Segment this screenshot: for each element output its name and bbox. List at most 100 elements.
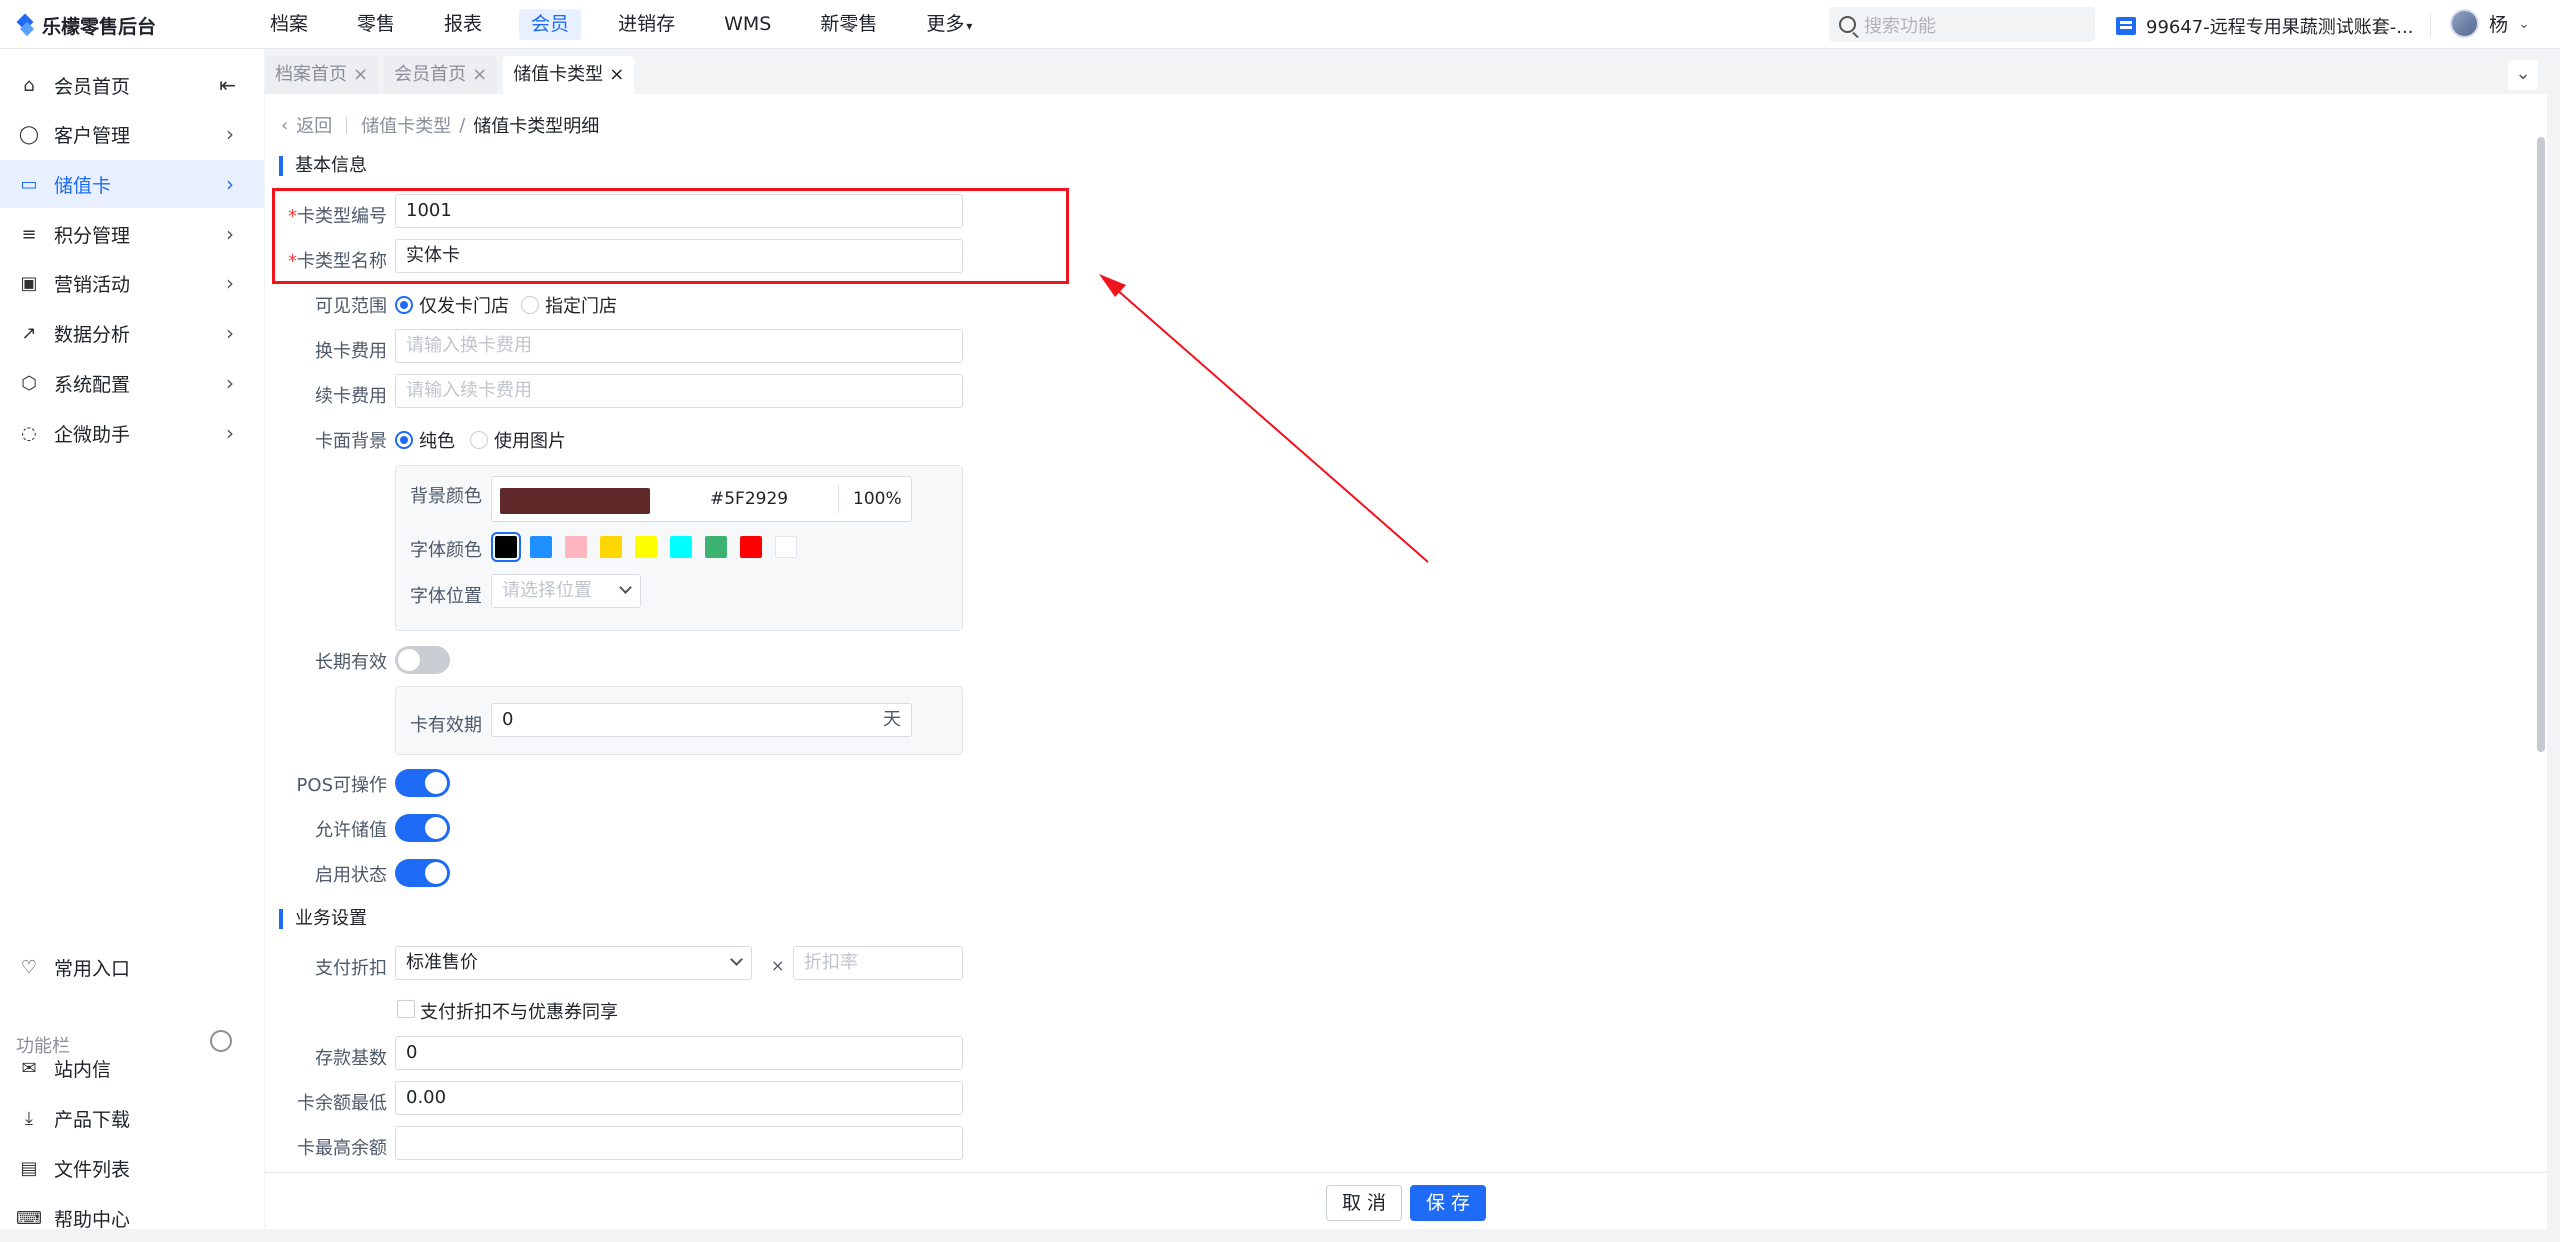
breadcrumb-parent[interactable]: 储值卡类型 bbox=[361, 112, 451, 138]
close-icon[interactable]: × bbox=[353, 56, 368, 94]
nav-item-retail[interactable]: 零售 bbox=[345, 9, 407, 40]
sidebar-item-points[interactable]: ≡ 积分管理 › bbox=[0, 210, 264, 258]
validity-panel: 卡有效期 0 天 bbox=[395, 686, 963, 755]
nav-item-new-retail[interactable]: 新零售 bbox=[808, 9, 889, 40]
collapse-sidebar-icon[interactable]: ⇤ bbox=[219, 73, 236, 97]
scope-radio-specified-store[interactable]: 指定门店 bbox=[521, 292, 617, 318]
sidebar-item-files[interactable]: ▤ 文件列表 bbox=[0, 1144, 264, 1192]
account-switcher[interactable]: 99647-远程专用果蔬测试账套-... bbox=[2116, 13, 2413, 39]
account-name: 99647-远程专用果蔬测试账套-... bbox=[2146, 17, 2414, 38]
close-icon[interactable]: × bbox=[472, 56, 487, 94]
sidebar-item-marketing[interactable]: ▣ 营销活动 › bbox=[0, 259, 264, 307]
sidebar-item-analytics[interactable]: ↗ 数据分析 › bbox=[0, 309, 264, 357]
chevron-down-icon bbox=[619, 581, 632, 594]
font-color-swatch[interactable] bbox=[530, 536, 552, 558]
font-color-label: 字体颜色 bbox=[410, 540, 482, 561]
font-color-swatch[interactable] bbox=[705, 536, 727, 558]
scrollbar[interactable] bbox=[2537, 137, 2545, 752]
min-balance-input[interactable]: 0.00 bbox=[395, 1081, 963, 1115]
search-input[interactable]: 搜索功能 bbox=[1829, 7, 2095, 42]
font-color-swatch[interactable] bbox=[635, 536, 657, 558]
card-type-code-field[interactable]: 1001 bbox=[395, 194, 963, 228]
required-mark: * bbox=[288, 251, 297, 272]
sidebar-item-settings[interactable]: ⬡ 系统配置 › bbox=[0, 359, 264, 407]
tab-card-type[interactable]: 储值卡类型 × bbox=[503, 56, 635, 94]
sidebar-item-label: 系统配置 bbox=[54, 373, 131, 396]
sidebar-item-stored-value-card[interactable]: ▭ 储值卡 › bbox=[0, 160, 264, 208]
close-icon[interactable]: × bbox=[609, 56, 624, 94]
renew-fee-label: 续卡费用 bbox=[315, 386, 387, 407]
divider bbox=[2430, 12, 2431, 37]
save-button[interactable]: 保 存 bbox=[1410, 1185, 1486, 1221]
bg-color-picker[interactable]: #5F2929 100% bbox=[491, 476, 912, 522]
enable-switch[interactable] bbox=[395, 859, 450, 887]
max-balance-label: 卡最高余额 bbox=[297, 1138, 387, 1159]
bg-radio-image[interactable]: 使用图片 bbox=[470, 427, 566, 453]
long-valid-switch[interactable] bbox=[395, 646, 450, 674]
bg-radio-solid[interactable]: 纯色 bbox=[395, 427, 455, 453]
code-label: *卡类型编号 bbox=[265, 202, 387, 228]
chevron-right-icon: › bbox=[226, 421, 234, 445]
sidebar-item-label: 常用入口 bbox=[54, 957, 131, 980]
valid-period-input[interactable]: 0 天 bbox=[491, 703, 912, 737]
font-position-select[interactable]: 请选择位置 bbox=[491, 574, 641, 608]
nav-item-inventory[interactable]: 进销存 bbox=[606, 9, 687, 40]
chevron-right-icon: › bbox=[226, 371, 234, 395]
sidebar-item-label: 帮助中心 bbox=[54, 1208, 131, 1231]
font-color-swatch[interactable] bbox=[491, 532, 521, 562]
font-color-swatch[interactable] bbox=[600, 536, 622, 558]
cancel-button[interactable]: 取 消 bbox=[1326, 1185, 1402, 1221]
nav-item-report[interactable]: 报表 bbox=[432, 9, 494, 40]
tab-member-home[interactable]: 会员首页 × bbox=[384, 56, 498, 94]
sidebar-item-label: 营销活动 bbox=[54, 273, 131, 296]
required-mark: * bbox=[288, 206, 297, 227]
change-fee-input[interactable]: 请输入换卡费用 bbox=[395, 329, 963, 363]
min-balance-label: 卡余额最低 bbox=[297, 1093, 387, 1114]
divider bbox=[838, 485, 839, 513]
nav-item-member[interactable]: 会员 bbox=[519, 9, 582, 40]
nav-item-wms[interactable]: WMS bbox=[712, 9, 783, 40]
bg-color-opacity[interactable]: 100% bbox=[853, 489, 902, 509]
font-color-swatch[interactable] bbox=[775, 536, 797, 558]
allow-deposit-switch[interactable] bbox=[395, 814, 450, 842]
bg-color-swatch[interactable] bbox=[500, 488, 650, 514]
sidebar-item-label: 会员首页 bbox=[54, 75, 131, 98]
scope-radio-issuing-store[interactable]: 仅发卡门店 bbox=[395, 292, 509, 318]
tab-archive-home[interactable]: 档案首页 × bbox=[265, 56, 379, 94]
deposit-base-input[interactable]: 0 bbox=[395, 1036, 963, 1070]
sidebar-item-customers[interactable]: ◯ 客户管理 › bbox=[0, 110, 264, 158]
nav-item-more[interactable]: 更多 ▾ bbox=[914, 9, 984, 40]
sidebar-item-downloads[interactable]: ⤓ 产品下载 bbox=[0, 1094, 264, 1142]
nav-item-archive[interactable]: 档案 bbox=[258, 9, 320, 40]
bg-color-label: 背景颜色 bbox=[410, 486, 482, 507]
app-logo[interactable]: 乐檬零售后台 bbox=[16, 12, 156, 39]
sidebar-item-wecom[interactable]: ◌ 企微助手 › bbox=[0, 409, 264, 457]
font-color-swatch[interactable] bbox=[565, 536, 587, 558]
back-chevron-icon[interactable]: ‹ bbox=[281, 115, 288, 136]
renew-fee-input[interactable]: 请输入续卡费用 bbox=[395, 374, 963, 408]
sidebar-item-label: 储值卡 bbox=[54, 174, 112, 197]
card-type-name-field[interactable]: 实体卡 bbox=[395, 239, 963, 273]
chevron-right-icon: › bbox=[226, 122, 234, 146]
sidebar-item-messages[interactable]: ✉ 站内信 bbox=[0, 1044, 264, 1092]
sidebar-item-label: 文件列表 bbox=[54, 1158, 131, 1181]
max-balance-input[interactable] bbox=[395, 1126, 963, 1160]
breadcrumb-current: 储值卡类型明细 bbox=[473, 116, 600, 137]
card-bg-label: 卡面背景 bbox=[315, 431, 387, 452]
font-position-label: 字体位置 bbox=[410, 586, 482, 607]
font-color-swatch[interactable] bbox=[670, 536, 692, 558]
sidebar-item-favorites[interactable]: ♡ 常用入口 bbox=[0, 943, 264, 991]
bg-color-hex[interactable]: #5F2929 bbox=[710, 489, 788, 509]
no-coupon-checkbox[interactable] bbox=[397, 1000, 415, 1018]
breadcrumb-separator: / bbox=[459, 114, 466, 136]
user-menu[interactable]: 杨 ⌄ bbox=[2450, 9, 2530, 38]
pos-switch[interactable] bbox=[395, 769, 450, 797]
sidebar-item-member-home[interactable]: ⌂ 会员首页 ⇤ bbox=[0, 61, 264, 109]
discount-rate-input[interactable]: 折扣率 bbox=[793, 946, 963, 980]
back-link[interactable]: 返回 bbox=[296, 112, 332, 138]
font-color-swatch[interactable] bbox=[740, 536, 762, 558]
tabs-menu-chevron-icon[interactable]: ⌄ bbox=[2508, 60, 2538, 90]
sidebar-item-help[interactable]: ⌨ 帮助中心 bbox=[0, 1194, 264, 1242]
discount-select[interactable]: 标准售价 bbox=[395, 946, 752, 980]
chevron-down-icon: ⌄ bbox=[2518, 15, 2530, 32]
